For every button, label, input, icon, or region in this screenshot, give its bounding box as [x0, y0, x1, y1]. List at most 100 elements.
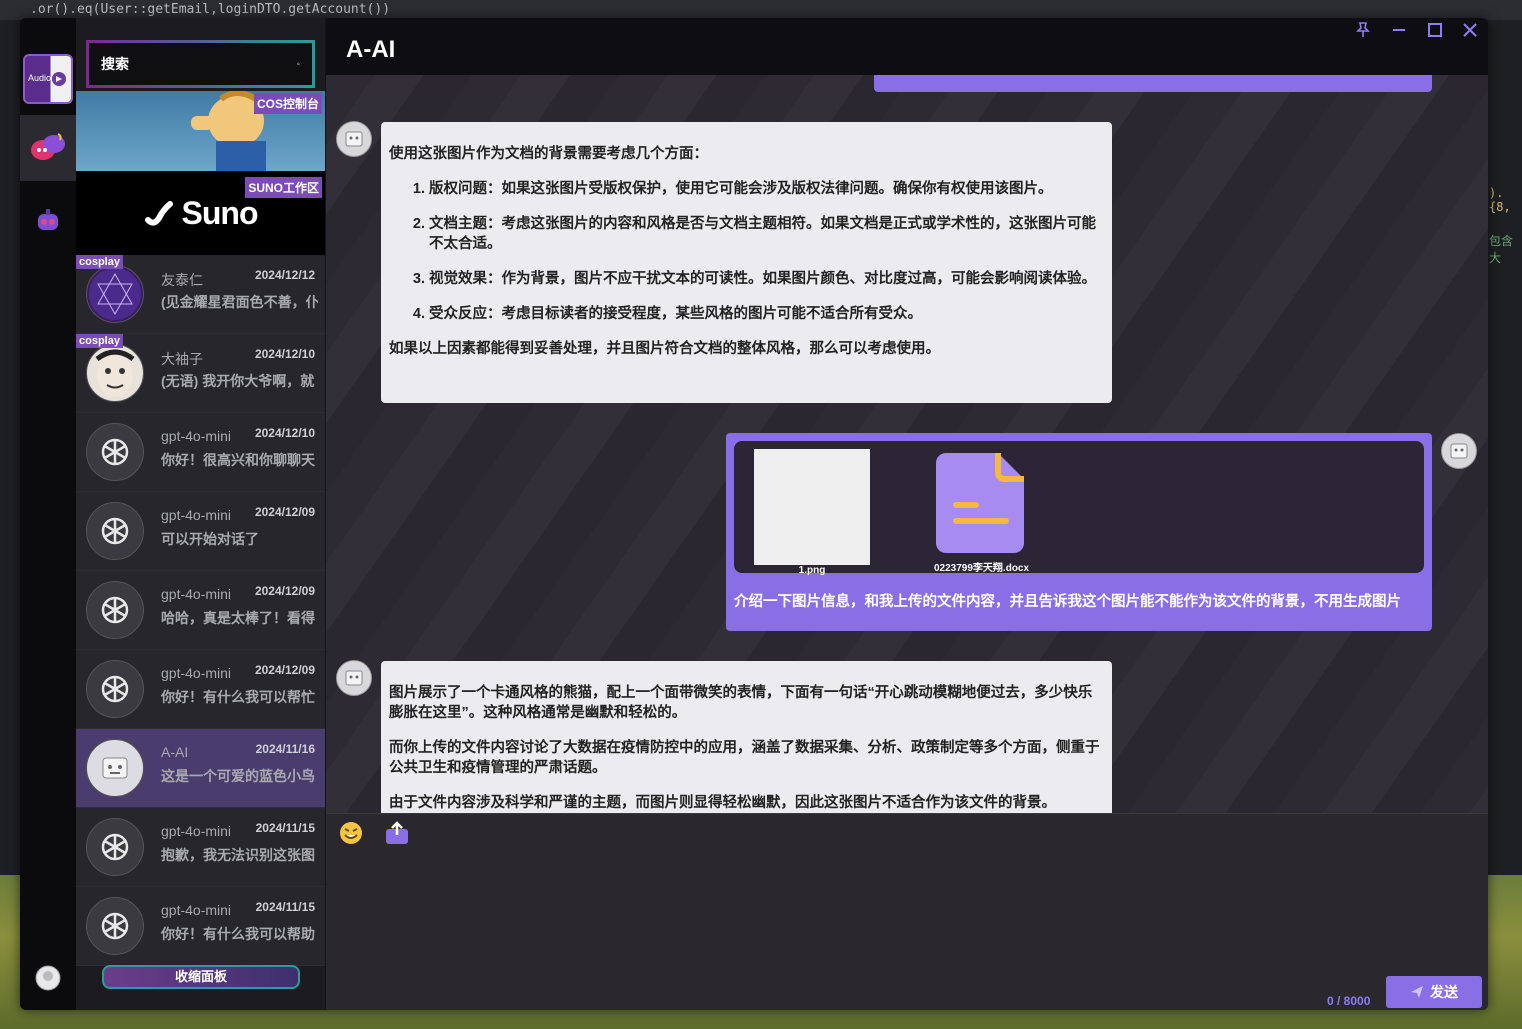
audio-app-icon: Audio	[23, 54, 73, 104]
ide-right-panel	[1488, 20, 1522, 920]
conversation-item[interactable]: gpt-4o-mini 2024/12/09 哈哈，真是太棒了！看得	[76, 571, 325, 650]
conversation-item[interactable]: gpt-4o-mini 2024/11/15 你好！有什么我可以帮助	[76, 887, 325, 966]
search-icon[interactable]	[297, 54, 300, 74]
minimize-button[interactable]	[1382, 18, 1416, 42]
conversation-item[interactable]: cosplay 大袖子 2024/12/10 (无语) 我开你大爷啊，就	[76, 334, 325, 413]
openai-icon	[86, 818, 144, 876]
message-list-item: 受众反应：考虑目标读者的接受程度，某些风格的图片可能不适合所有受众。	[429, 304, 1104, 324]
conversation-item[interactable]: gpt-4o-mini 2024/11/15 抱歉，我无法识别这张图	[76, 808, 325, 887]
rail-bot-button[interactable]	[20, 198, 76, 244]
chat-title: A-AI	[346, 36, 396, 63]
conversation-item-active[interactable]: A-AI 2024/11/16 这是一个可爱的蓝色小鸟	[76, 729, 325, 808]
conversation-item[interactable]: gpt-4o-mini 2024/12/10 你好！很高兴和你聊聊天	[76, 413, 325, 492]
attachment-document[interactable]: 0223799李天翔.docx	[934, 449, 1029, 574]
nav-rail: Audio	[20, 18, 76, 1010]
conversation-name: 大袖子	[161, 351, 203, 367]
rail-user-avatar[interactable]	[20, 958, 76, 998]
conversation-item[interactable]: cosplay 友泰仁 2024/12/12 (见金耀星君面色不善，仆	[76, 255, 325, 334]
conversation-date: 2024/11/15	[255, 900, 315, 914]
conversation-preview: 你好！有什么我可以帮忙	[161, 689, 315, 705]
conversation-preview: (见金耀星君面色不善，仆	[161, 294, 318, 310]
conversation-name: gpt-4o-mini	[161, 428, 232, 444]
message-composer: 0 / 8000 发送	[326, 813, 1488, 1010]
document-icon	[935, 453, 1024, 553]
suno-logo-text: Suno	[181, 194, 259, 231]
conversation-sidebar: COS控制台 Suno SUNO工作区 cosplay 友泰仁 2024/12/…	[76, 18, 325, 1010]
upload-icon	[386, 821, 408, 844]
chat-header: A-AI	[326, 18, 1488, 75]
user-message-bubble	[874, 75, 1432, 92]
assistant-message-bubble: 图片展示了一个卡通风格的熊猫，配上一个面带微笑的表情，下面有一句话“开心跳动模糊…	[381, 661, 1112, 813]
conversation-preview: (无语) 我开你大爷啊，就	[161, 373, 315, 389]
conversation-item[interactable]: gpt-4o-mini 2024/12/09 你好！有什么我可以帮忙	[76, 650, 325, 729]
pin-button[interactable]	[1346, 18, 1380, 42]
attachment-filename: 0223799李天翔.docx	[934, 563, 1030, 574]
conversation-date: 2024/12/09	[254, 505, 315, 519]
message-list-item: 版权问题：如果这张图片受版权保护，使用它可能会涉及版权法律问题。确保你有权使用该…	[429, 179, 1104, 199]
conversation-preview: 你好！很高兴和你聊聊天	[161, 452, 315, 468]
emoji-icon	[340, 822, 362, 844]
cosplay-tag: cosplay	[76, 334, 123, 348]
conversation-preview: 抱歉，我无法识别这张图	[161, 847, 315, 863]
message-paragraph: 图片展示了一个卡通风格的熊猫，配上一个面带微笑的表情，下面有一句话“开心跳动模糊…	[389, 685, 1093, 721]
hexagram-icon	[86, 265, 144, 323]
cosplay-tag: cosplay	[76, 255, 123, 269]
attachment-image[interactable]: 1.png	[754, 449, 870, 576]
collapse-panel-button[interactable]: 收缩面板	[102, 965, 300, 989]
openai-icon	[86, 660, 144, 718]
user-message-text: 介绍一下图片信息，和我上传的文件内容，并且告诉我这个图片能不能作为该文件的背景，…	[734, 594, 1401, 610]
maximize-button[interactable]	[1418, 18, 1452, 42]
message-list-items: 版权问题：如果这张图片受版权保护，使用它可能会涉及版权法律问题。确保你有权使用该…	[429, 179, 1104, 324]
image-thumbnail	[754, 449, 870, 565]
conversation-preview: 可以开始对话了	[161, 531, 259, 547]
suno-logo: Suno	[144, 195, 258, 232]
openai-icon	[86, 897, 144, 955]
user-avatar	[1441, 433, 1477, 469]
conversation-date: 2024/12/09	[254, 584, 315, 598]
send-button[interactable]: 发送	[1386, 976, 1482, 1008]
conversation-item[interactable]: gpt-4o-mini 2024/12/09 可以开始对话了	[76, 492, 325, 571]
app-window: Audio 搜索 COS控制台 Suno SUNO工作区 cosplay 友泰仁…	[20, 18, 1488, 1010]
conversation-date: 2024/11/16	[255, 742, 315, 756]
emoji-button[interactable]	[338, 820, 364, 851]
attachment-filename: 1.png	[798, 565, 826, 576]
conversation-list: cosplay 友泰仁 2024/12/12 (见金耀星君面色不善，仆 cosp…	[76, 255, 325, 966]
message-paragraph: 而你上传的文件内容讨论了大数据在疫情防控中的应用，涵盖了数据采集、分析、政策制定…	[389, 740, 1100, 776]
ide-code-fragment: ).{8,	[1489, 186, 1511, 214]
conversation-date: 2024/12/09	[254, 663, 315, 677]
openai-icon	[86, 502, 144, 560]
suno-wave-icon	[144, 201, 173, 226]
conversation-name: gpt-4o-mini	[161, 507, 232, 523]
message-list-item: 文档主题：考虑这张图片的内容和风格是否与文档主题相符。如果文档是正式或学术性的，…	[429, 214, 1104, 254]
maximize-icon	[1428, 23, 1442, 37]
rail-audio-button[interactable]: Audio	[20, 52, 76, 106]
robot-icon	[345, 670, 363, 686]
conversation-name: 友泰仁	[161, 272, 203, 288]
ide-code-line: .or().eq(User::getEmail,loginDTO.getAcco…	[30, 2, 391, 17]
assistant-avatar	[336, 660, 372, 696]
send-icon	[1411, 986, 1423, 998]
send-label: 发送	[1430, 984, 1458, 1000]
close-icon	[1463, 23, 1477, 37]
minimize-icon	[1393, 29, 1405, 31]
cos-console-banner[interactable]: COS控制台	[76, 91, 325, 171]
close-button[interactable]	[1453, 18, 1487, 42]
message-paragraph: 由于文件内容涉及科学和严谨的主题，而图片则显得轻松幽默，因此这张图片不适合作为该…	[389, 795, 1056, 811]
robot-icon	[345, 131, 363, 147]
message-input[interactable]	[336, 854, 1476, 994]
conversation-name: A-AI	[161, 744, 189, 760]
conversation-date: 2024/11/15	[255, 821, 315, 835]
robot-icon	[86, 739, 144, 797]
pin-icon	[1356, 22, 1370, 37]
upload-button[interactable]	[384, 820, 410, 851]
conversation-name: gpt-4o-mini	[161, 823, 232, 839]
rail-chat-button[interactable]	[20, 115, 76, 181]
chat-panel: A-AI 使用这张图片作为文档的背景需要考虑几个方面： 1. 版权问题：如果这张…	[326, 18, 1488, 1010]
robot-icon	[38, 209, 58, 230]
robot-icon	[1450, 443, 1468, 459]
search-input[interactable]	[101, 56, 297, 72]
conversation-name: gpt-4o-mini	[161, 902, 232, 918]
face-icon	[86, 344, 144, 402]
user-message-bubble: 1.png 0223799李天翔.docx 介绍一下图片信息，和我上传的文件内容…	[726, 433, 1432, 631]
suno-workspace-banner[interactable]: Suno SUNO工作区	[76, 171, 325, 255]
